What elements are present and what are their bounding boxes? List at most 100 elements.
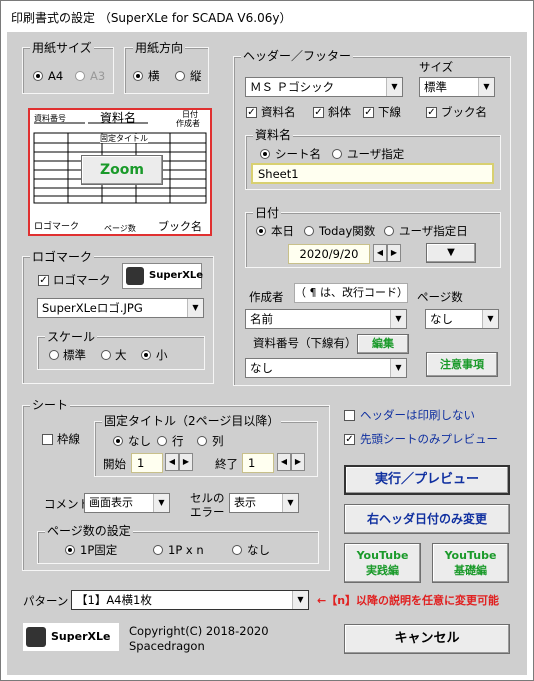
date-input[interactable]: 2020/9/20 bbox=[288, 244, 370, 264]
author-note: （ ¶ は、改行コード） bbox=[294, 283, 408, 303]
first-sheet-checkbox[interactable]: ✓ bbox=[344, 434, 355, 445]
check-underline[interactable]: ✓ bbox=[363, 107, 374, 118]
radio-a4-label: A4 bbox=[48, 69, 64, 83]
radio-ft-none[interactable] bbox=[113, 436, 123, 446]
doc-number-label: 資料番号（下線有） bbox=[253, 336, 357, 350]
radio-landscape[interactable] bbox=[133, 71, 143, 81]
radio-scale-standard[interactable] bbox=[49, 350, 59, 360]
doc-number-select[interactable]: なし ▼ bbox=[245, 358, 407, 378]
window-title: 印刷書式の設定 （SuperXLe for SCADA V6.06y） bbox=[11, 11, 292, 25]
chevron-down-icon[interactable]: ▼ bbox=[478, 78, 494, 96]
chevron-down-icon[interactable]: ▼ bbox=[390, 359, 406, 377]
radio-1p-fixed[interactable] bbox=[65, 545, 75, 555]
radio-user-specified[interactable] bbox=[332, 149, 342, 159]
sheet-group-label: シート bbox=[30, 398, 71, 412]
pattern-label: パターン bbox=[23, 594, 69, 608]
comment-value: 画面表示 bbox=[89, 496, 133, 509]
chevron-down-icon[interactable]: ▼ bbox=[187, 299, 203, 317]
check-italic[interactable]: ✓ bbox=[313, 107, 324, 118]
radio-scale-large[interactable] bbox=[101, 350, 111, 360]
footer-logo: SuperXLe bbox=[23, 623, 119, 651]
logo-checkbox[interactable]: ✓ bbox=[38, 275, 49, 286]
comment-select[interactable]: 画面表示 ▼ bbox=[84, 493, 170, 513]
youtube-basic-line2: 基礎編 bbox=[454, 564, 487, 577]
radio-sheet-name[interactable] bbox=[260, 149, 270, 159]
date-prev-icon[interactable]: ◀ bbox=[373, 244, 387, 262]
cancel-button[interactable]: キャンセル bbox=[344, 624, 510, 654]
chevron-down-icon[interactable]: ▼ bbox=[482, 310, 498, 328]
preview-author: 作成者 bbox=[176, 119, 200, 128]
logo-image: SuperXLe bbox=[122, 263, 203, 289]
radio-today-func[interactable] bbox=[304, 226, 314, 236]
font-value: ＭＳ Ｐゴシック bbox=[250, 80, 335, 94]
author-value: 名前 bbox=[250, 312, 273, 326]
radio-ft-row[interactable] bbox=[157, 436, 167, 446]
youtube-basic-button[interactable]: YouTube 基礎編 bbox=[432, 543, 509, 583]
notes-button[interactable]: 注意事項 bbox=[426, 352, 498, 377]
check-doc-name-label: 資料名 bbox=[261, 105, 296, 119]
pattern-value: 【1】A4横1枚 bbox=[76, 593, 152, 607]
author-select[interactable]: 名前 ▼ bbox=[245, 309, 407, 329]
radio-ft-none-label: なし bbox=[128, 434, 151, 448]
date-picker-button[interactable]: ▼ bbox=[426, 243, 476, 263]
chevron-down-icon[interactable]: ▼ bbox=[386, 78, 402, 96]
preview-fixed-title: 固定タイトル bbox=[100, 134, 148, 143]
header-footer-label: ヘッダー／フッター bbox=[241, 49, 354, 63]
start-label: 開始 bbox=[103, 457, 126, 471]
cell-error-label-1: セルの bbox=[190, 491, 225, 505]
check-doc-name[interactable]: ✓ bbox=[246, 107, 257, 118]
end-next-icon[interactable]: ▶ bbox=[291, 453, 305, 471]
radio-scale-small-label: 小 bbox=[156, 348, 168, 362]
size-select[interactable]: 標準 ▼ bbox=[419, 77, 495, 97]
chevron-down-icon[interactable]: ▼ bbox=[390, 310, 406, 328]
page-count-select[interactable]: なし ▼ bbox=[425, 309, 499, 329]
logo-file-select[interactable]: SuperXLeロゴ.JPG ▼ bbox=[37, 298, 204, 318]
preview-date: 日付 bbox=[182, 110, 198, 119]
header-date-only-button[interactable]: 右ヘッダ日付のみ変更 bbox=[344, 504, 510, 534]
start-next-icon[interactable]: ▶ bbox=[179, 453, 193, 471]
radio-portrait[interactable] bbox=[175, 71, 185, 81]
end-prev-icon[interactable]: ◀ bbox=[277, 453, 291, 471]
radio-page-none[interactable] bbox=[232, 545, 242, 555]
start-prev-icon[interactable]: ◀ bbox=[165, 453, 179, 471]
pattern-select[interactable]: 【1】A4横1枚 ▼ bbox=[71, 590, 309, 610]
radio-scale-small[interactable] bbox=[141, 350, 151, 360]
zoom-button[interactable]: Zoom bbox=[81, 155, 163, 185]
page-setting-group-label: ページ数の設定 bbox=[45, 524, 133, 538]
first-sheet-label: 先頭シートのみプレビュー bbox=[360, 432, 498, 446]
radio-1p-xn[interactable] bbox=[153, 545, 163, 555]
check-book-name[interactable]: ✓ bbox=[426, 107, 437, 118]
chevron-down-icon[interactable]: ▼ bbox=[153, 494, 169, 512]
doc-name-input[interactable]: Sheet1 bbox=[251, 163, 494, 184]
radio-user-date[interactable] bbox=[384, 226, 394, 236]
check-book-name-label: ブック名 bbox=[441, 105, 487, 119]
preview-doc-number: 資料番号 bbox=[34, 114, 66, 123]
radio-user-date-label: ユーザ指定日 bbox=[399, 224, 468, 238]
youtube-practice-line2: 実践編 bbox=[366, 564, 399, 577]
edit-button[interactable]: 編集 bbox=[357, 334, 409, 354]
no-header-label: ヘッダーは印刷しない bbox=[360, 408, 475, 422]
chevron-down-icon[interactable]: ▼ bbox=[292, 591, 308, 609]
preview-logo-mark: ロゴマーク bbox=[34, 222, 80, 232]
radio-today[interactable] bbox=[256, 226, 266, 236]
cell-error-select[interactable]: 表示 ▼ bbox=[229, 493, 299, 513]
radio-a4[interactable] bbox=[33, 71, 43, 81]
date-next-icon[interactable]: ▶ bbox=[387, 244, 401, 262]
chevron-down-icon[interactable]: ▼ bbox=[282, 494, 298, 512]
frame-checkbox[interactable] bbox=[42, 434, 53, 445]
start-input[interactable]: 1 bbox=[131, 453, 163, 473]
radio-ft-col[interactable] bbox=[197, 436, 207, 446]
layout-preview: 資料番号 資料名 日付 作成者 固定タイトル Zoom ロゴマーク ページ数 ブ… bbox=[28, 108, 212, 236]
scale-group-label: スケール bbox=[45, 330, 98, 344]
run-preview-button[interactable]: 実行／プレビュー bbox=[344, 465, 510, 495]
author-text: Spacedragon bbox=[129, 639, 205, 653]
radio-1p-fixed-label: 1P固定 bbox=[80, 543, 118, 557]
pattern-note: ←【n】以降の説明を任意に変更可能 bbox=[317, 594, 500, 607]
youtube-practice-button[interactable]: YouTube 実践編 bbox=[344, 543, 421, 583]
radio-a3[interactable] bbox=[75, 71, 85, 81]
end-input[interactable]: 1 bbox=[242, 453, 274, 473]
font-select[interactable]: ＭＳ Ｐゴシック ▼ bbox=[245, 77, 403, 97]
no-header-checkbox[interactable] bbox=[344, 410, 355, 421]
dialog-body: 用紙サイズ A4 A3 用紙方向 横 縦 資料番号 資料名 日付 作成者 固定タ… bbox=[7, 32, 527, 675]
radio-portrait-label: 縦 bbox=[190, 69, 202, 83]
